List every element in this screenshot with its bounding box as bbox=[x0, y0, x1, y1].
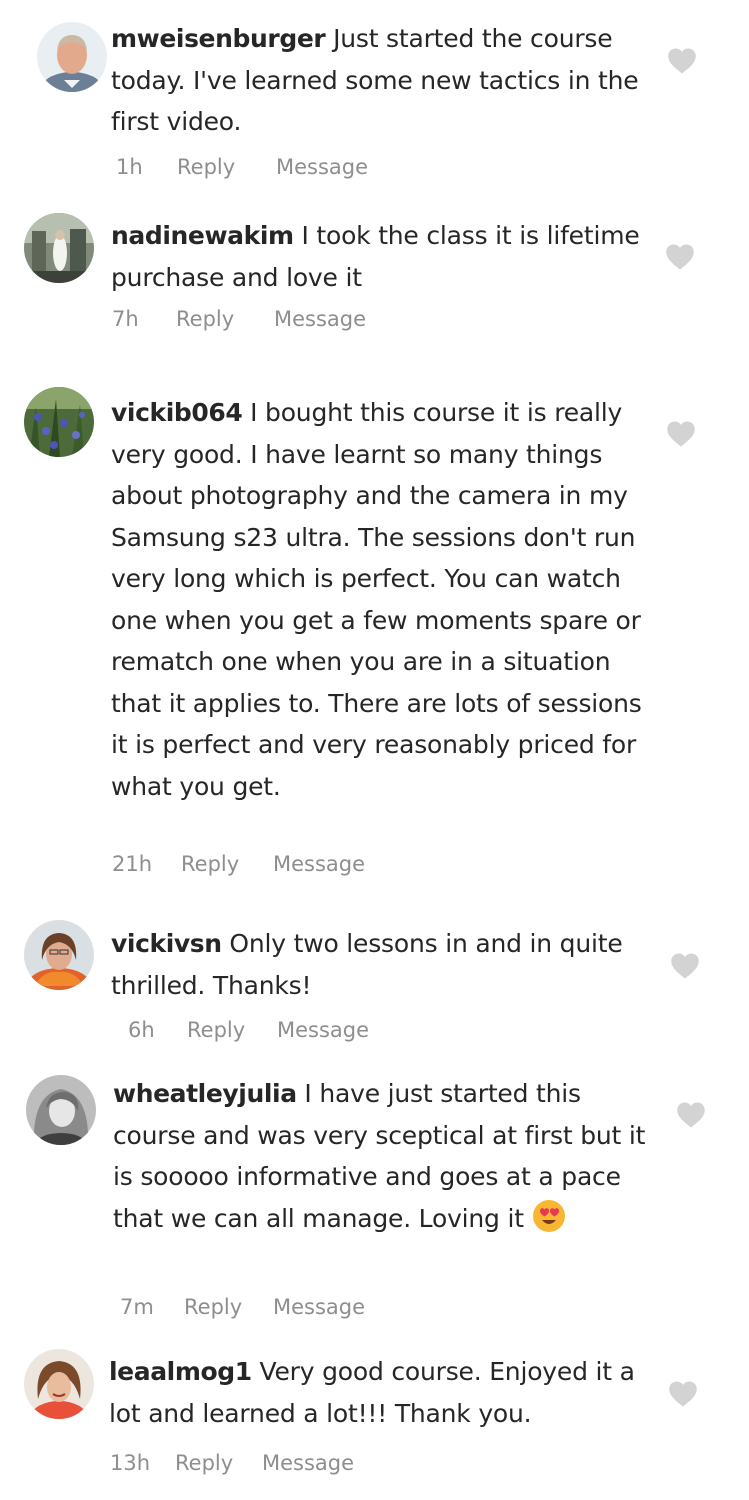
comment-item: nadinewakim I took the class it is lifet… bbox=[0, 200, 749, 360]
username[interactable]: nadinewakim bbox=[111, 221, 294, 250]
comment-item: vickib064 I bought this course it is rea… bbox=[0, 380, 749, 900]
username[interactable]: leaalmog1 bbox=[109, 1357, 252, 1386]
username[interactable]: vickivsn bbox=[111, 929, 222, 958]
reply-button[interactable]: Reply bbox=[184, 1295, 242, 1319]
reply-button[interactable]: Reply bbox=[176, 307, 234, 331]
heart-icon[interactable] bbox=[670, 952, 700, 980]
timestamp: 6h bbox=[128, 1018, 155, 1042]
avatar[interactable] bbox=[26, 1075, 96, 1145]
heart-icon[interactable] bbox=[667, 47, 697, 75]
comment-text: vickib064 I bought this course it is rea… bbox=[111, 392, 659, 807]
reply-button[interactable]: Reply bbox=[187, 1018, 245, 1042]
reply-button[interactable]: Reply bbox=[181, 852, 239, 876]
timestamp: 13h bbox=[110, 1451, 151, 1475]
username[interactable]: vickib064 bbox=[111, 398, 243, 427]
comment-body: I bought this course it is really very g… bbox=[111, 398, 642, 801]
comment-item: mweisenburger Just started the course to… bbox=[0, 0, 749, 200]
message-button[interactable]: Message bbox=[274, 307, 366, 331]
avatar[interactable] bbox=[24, 213, 94, 283]
message-button[interactable]: Message bbox=[273, 852, 365, 876]
timestamp: 7m bbox=[120, 1295, 154, 1319]
message-button[interactable]: Message bbox=[262, 1451, 354, 1475]
avatar[interactable] bbox=[24, 387, 94, 457]
reply-button[interactable]: Reply bbox=[175, 1451, 233, 1475]
message-button[interactable]: Message bbox=[273, 1295, 365, 1319]
username[interactable]: wheatleyjulia bbox=[113, 1079, 297, 1108]
avatar[interactable] bbox=[24, 1349, 94, 1419]
message-button[interactable]: Message bbox=[276, 155, 368, 179]
timestamp: 21h bbox=[112, 852, 153, 876]
avatar[interactable] bbox=[37, 22, 107, 92]
heart-icon[interactable] bbox=[666, 420, 696, 448]
comment-text: mweisenburger Just started the course to… bbox=[111, 18, 659, 143]
reply-button[interactable]: Reply bbox=[177, 155, 235, 179]
message-button[interactable]: Message bbox=[277, 1018, 369, 1042]
heart-icon[interactable] bbox=[665, 243, 695, 271]
heart-icon[interactable] bbox=[668, 1380, 698, 1408]
timestamp: 7h bbox=[112, 307, 139, 331]
username[interactable]: mweisenburger bbox=[111, 24, 326, 53]
comment-item: wheatleyjulia I have just started this c… bbox=[0, 1065, 749, 1335]
comment-text: vickivsn Only two lessons in and in quit… bbox=[111, 923, 659, 1006]
comment-text: wheatleyjulia I have just started this c… bbox=[113, 1073, 661, 1239]
timestamp: 1h bbox=[116, 155, 143, 179]
comment-item: leaalmog1 Very good course. Enjoyed it a… bbox=[0, 1345, 749, 1500]
heart-eyes-emoji bbox=[532, 1199, 566, 1233]
comment-item: vickivsn Only two lessons in and in quit… bbox=[0, 910, 749, 1060]
avatar[interactable] bbox=[24, 920, 94, 990]
comment-text: leaalmog1 Very good course. Enjoyed it a… bbox=[109, 1351, 657, 1434]
heart-icon[interactable] bbox=[676, 1101, 706, 1129]
comment-text: nadinewakim I took the class it is lifet… bbox=[111, 215, 659, 298]
